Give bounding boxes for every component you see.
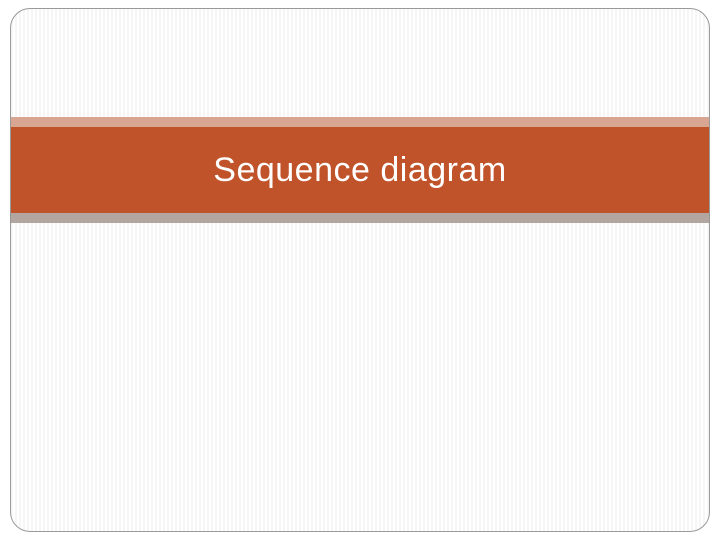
slide-frame: Sequence diagram	[10, 8, 710, 532]
accent-bar-top	[11, 117, 709, 127]
accent-bar-bottom	[11, 213, 709, 223]
title-band: Sequence diagram	[11, 127, 709, 213]
slide-title: Sequence diagram	[213, 151, 506, 190]
